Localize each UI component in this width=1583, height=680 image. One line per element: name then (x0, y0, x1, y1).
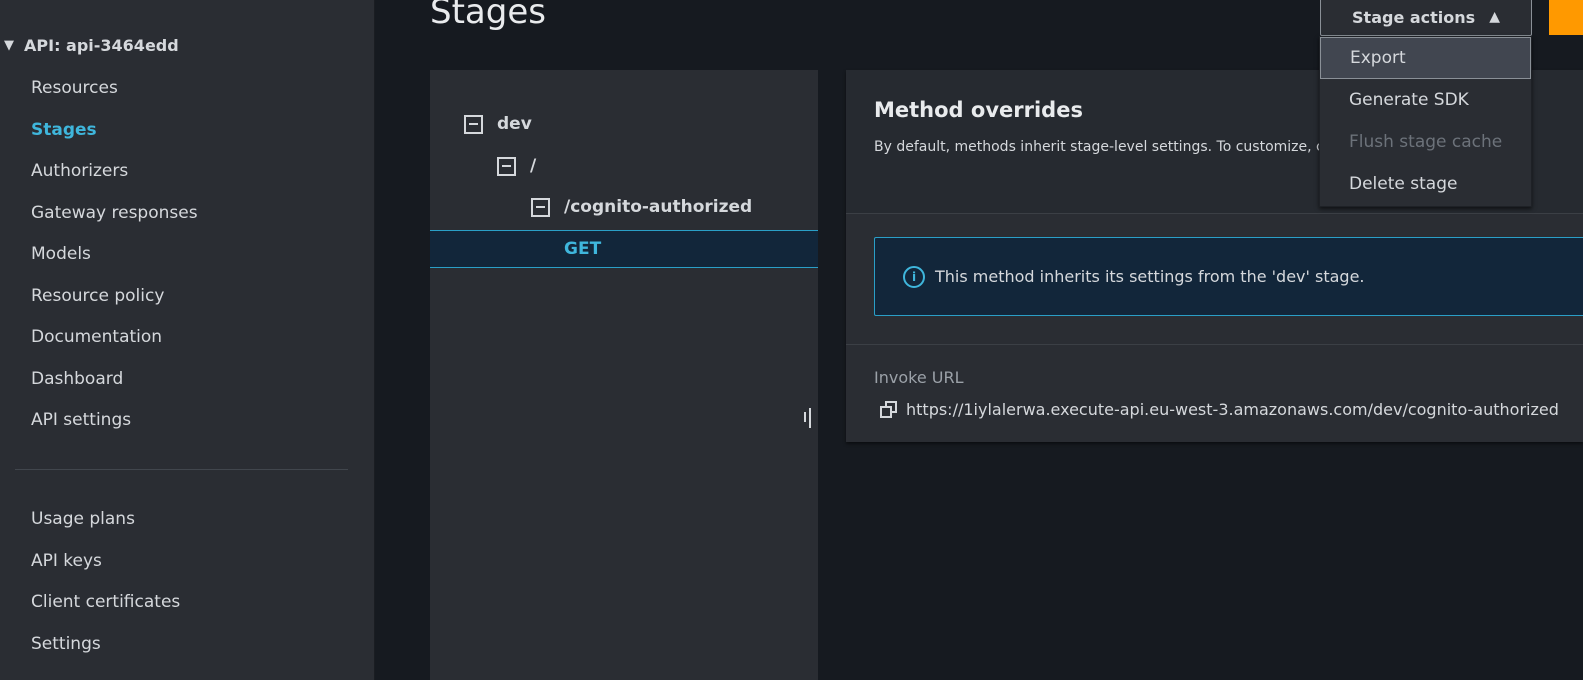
menu-item-delete-stage[interactable]: Delete stage (1320, 163, 1531, 205)
caret-up-icon: ▲ (1489, 9, 1500, 25)
menu-item-export[interactable]: Export (1320, 37, 1531, 79)
sidebar-item-resources[interactable]: Resources (31, 78, 118, 98)
node-label: dev (497, 114, 532, 134)
sidebar-item-resource-policy[interactable]: Resource policy (31, 286, 164, 306)
collapse-icon[interactable] (497, 156, 516, 176)
sidebar-item-stages[interactable]: Stages (31, 120, 97, 140)
sidebar-item-api-keys[interactable]: API keys (31, 551, 102, 571)
node-label: /cognito-authorized (564, 197, 753, 217)
sidebar-item-dashboard[interactable]: Dashboard (31, 369, 123, 389)
menu-item-flush-stage-cache: Flush stage cache (1349, 132, 1503, 152)
divider (15, 469, 348, 470)
primary-button[interactable] (1549, 0, 1583, 35)
sidebar-item-settings[interactable]: Settings (31, 634, 101, 654)
sidebar: ▼ API: api-3464edd Resources Stages Autho… (0, 0, 375, 680)
tree-node-root[interactable]: / (497, 156, 536, 176)
page-title: Stages (430, 0, 546, 32)
sidebar-item-client-certificates[interactable]: Client certificates (31, 592, 180, 612)
stage-actions-button[interactable]: Stage actions ▲ (1320, 0, 1532, 36)
collapse-icon[interactable] (464, 114, 483, 134)
invoke-url-label: Invoke URL (874, 368, 964, 387)
sidebar-item-documentation[interactable]: Documentation (31, 327, 162, 347)
tree-node-method-selected[interactable]: GET (430, 230, 818, 268)
divider (846, 344, 1583, 345)
info-alert: i This method inherits its settings from … (874, 237, 1583, 316)
sidebar-item-usage-plans[interactable]: Usage plans (31, 509, 135, 529)
node-label: / (530, 156, 537, 176)
sidebar-item-gateway-responses[interactable]: Gateway responses (31, 203, 198, 223)
tree-node-resource[interactable]: /cognito-authorized (531, 197, 752, 217)
copy-icon[interactable] (880, 400, 898, 419)
alert-text: This method inherits its settings from t… (935, 267, 1365, 286)
menu-item-generate-sdk[interactable]: Generate SDK (1320, 79, 1531, 121)
sidebar-item-api-settings[interactable]: API settings (31, 410, 131, 430)
caret-down-icon: ▼ (4, 38, 14, 53)
stage-actions-menu: Export Generate SDK Flush stage cache De… (1319, 36, 1532, 207)
button-label: Stage actions (1352, 7, 1476, 27)
sidebar-item-authorizers[interactable]: Authorizers (31, 161, 128, 181)
stage-tree: dev / /cognito-authorized GET (430, 70, 818, 680)
node-label: GET (564, 239, 602, 259)
sidebar-item-models[interactable]: Models (31, 244, 91, 264)
resize-handle-icon[interactable] (804, 408, 814, 428)
api-toggle[interactable]: ▼ API: api-3464edd (4, 36, 179, 55)
collapse-icon[interactable] (531, 197, 550, 217)
info-icon: i (903, 265, 925, 288)
invoke-url-link[interactable]: https://1iylalerwa.execute-api.eu-west-3… (906, 400, 1559, 419)
tree-node-stage[interactable]: dev (464, 114, 532, 134)
api-title: API: api-3464edd (24, 36, 179, 55)
